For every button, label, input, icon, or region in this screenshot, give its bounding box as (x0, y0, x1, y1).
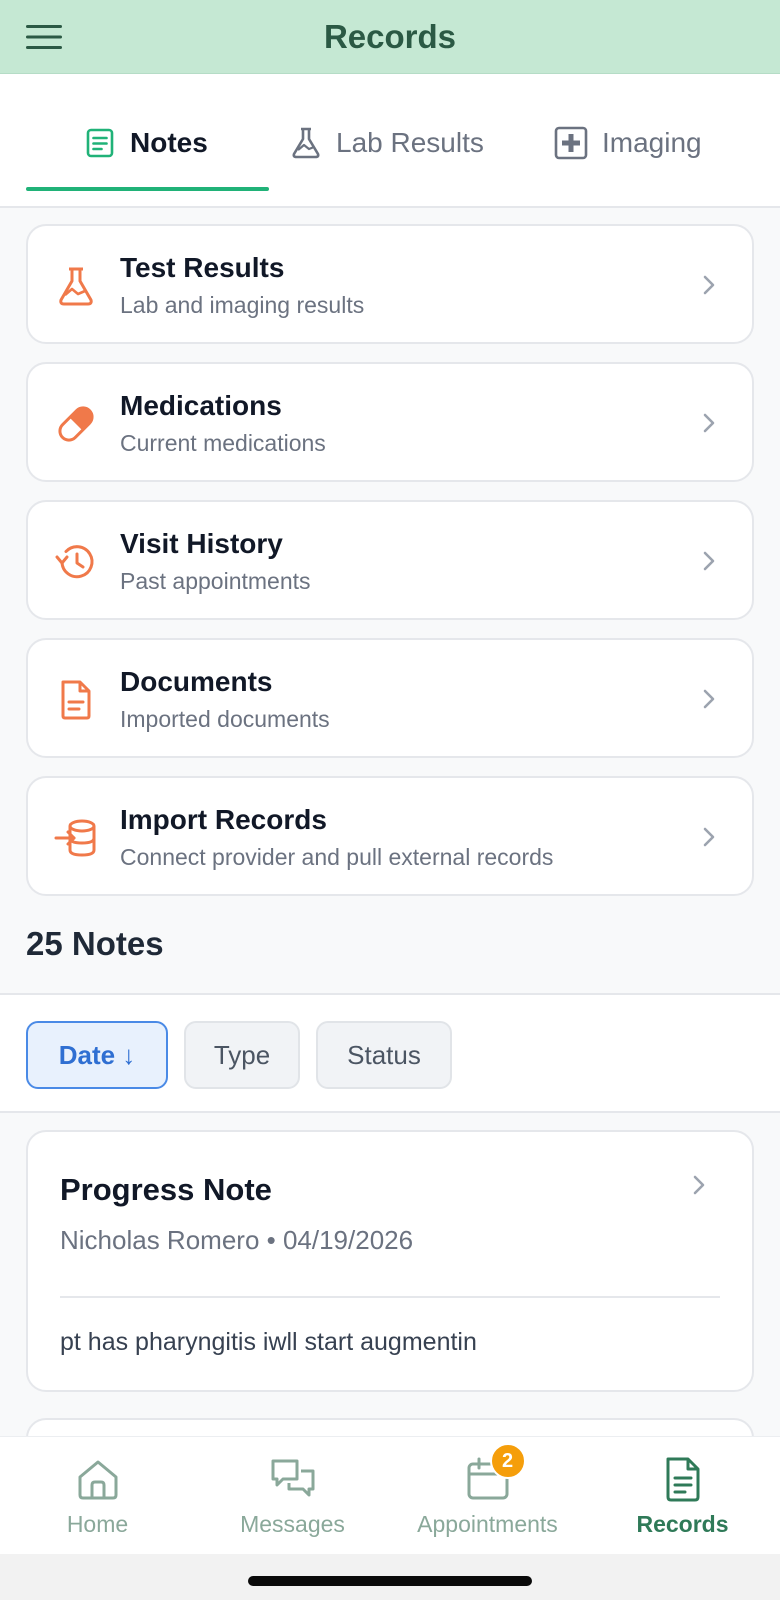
nav-label: Records (636, 1511, 729, 1537)
divider (60, 1296, 720, 1298)
flask-icon (292, 127, 320, 159)
nav-records[interactable]: Records (585, 1437, 780, 1555)
nav-label: Appointments (417, 1511, 558, 1537)
card-subtitle: Past appointments (120, 568, 311, 594)
calendar-icon-wrap: 2 (464, 1443, 526, 1503)
notes-count-heading: 25 Notes (26, 925, 164, 962)
filter-chip-type[interactable]: Type (184, 1021, 300, 1089)
chevron-right-icon (693, 1175, 705, 1195)
tab-imaging[interactable]: Imaging (554, 118, 702, 168)
category-card-import-records[interactable]: Import Records Connect provider and pull… (26, 776, 754, 896)
filter-bar: Date ↓ Type Status (0, 993, 780, 1113)
category-card-visit-history[interactable]: Visit History Past appointments (26, 500, 754, 620)
tab-lab-results[interactable]: Lab Results (290, 118, 484, 168)
database-import-icon (54, 819, 96, 857)
nav-appointments[interactable]: 2 Appointments (390, 1437, 585, 1555)
chevron-right-icon (703, 827, 715, 847)
menu-button[interactable] (22, 20, 66, 54)
messages-icon (271, 1459, 314, 1497)
pill-icon (58, 406, 94, 442)
tab-label: Notes (130, 127, 208, 158)
card-title: Import Records (120, 804, 327, 835)
tab-label: Lab Results (336, 127, 484, 158)
records-icon (666, 1457, 699, 1502)
document-icon (61, 680, 91, 720)
chevron-right-icon (703, 275, 715, 295)
nav-messages[interactable]: Messages (195, 1437, 390, 1555)
flask-icon (59, 267, 93, 306)
note-meta: Nicholas Romero • 04/19/2026 (60, 1225, 414, 1255)
category-card-test-results[interactable]: Test Results Lab and imaging results (26, 224, 754, 344)
medical-cross-icon (554, 126, 588, 160)
card-title: Test Results (120, 252, 285, 283)
filter-chip-status[interactable]: Status (316, 1021, 452, 1089)
card-subtitle: Imported documents (120, 706, 330, 732)
note-preview: pt has pharyngitis iwll start augmentin (60, 1328, 477, 1356)
nav-label: Messages (240, 1511, 345, 1537)
chevron-right-icon (703, 551, 715, 571)
note-icon (86, 128, 114, 158)
nav-label: Home (66, 1511, 129, 1537)
category-card-documents[interactable]: Documents Imported documents (26, 638, 754, 758)
chevron-right-icon (703, 689, 715, 709)
top-app-bar: Records (0, 0, 780, 74)
page-title: Records (323, 17, 457, 55)
chevron-right-icon (703, 413, 715, 433)
tab-label: Imaging (602, 127, 702, 158)
note-title: Progress Note (60, 1172, 272, 1207)
tab-notes[interactable]: Notes (84, 118, 208, 168)
bottom-nav: Home Messages 2 Appointments Records (0, 1436, 780, 1554)
history-icon (55, 545, 94, 579)
card-subtitle: Lab and imaging results (120, 292, 365, 318)
nav-home[interactable]: Home (0, 1437, 195, 1555)
home-indicator[interactable] (248, 1576, 532, 1586)
filter-chip-date[interactable]: Date ↓ (26, 1021, 168, 1089)
home-icon (78, 1460, 117, 1500)
card-title: Documents (120, 666, 273, 697)
notification-badge: 2 (489, 1443, 526, 1479)
category-card-medications[interactable]: Medications Current medications (26, 362, 754, 482)
active-tab-indicator (26, 187, 269, 191)
hamburger-icon (26, 25, 62, 49)
card-title: Medications (120, 390, 282, 421)
card-title: Visit History (120, 528, 283, 559)
card-subtitle: Connect provider and pull external recor… (120, 844, 554, 870)
records-tabs: Notes Lab Results Imaging (0, 74, 780, 208)
note-card[interactable]: Progress Note Nicholas Romero • 04/19/20… (26, 1130, 754, 1392)
card-subtitle: Current medications (120, 430, 326, 456)
